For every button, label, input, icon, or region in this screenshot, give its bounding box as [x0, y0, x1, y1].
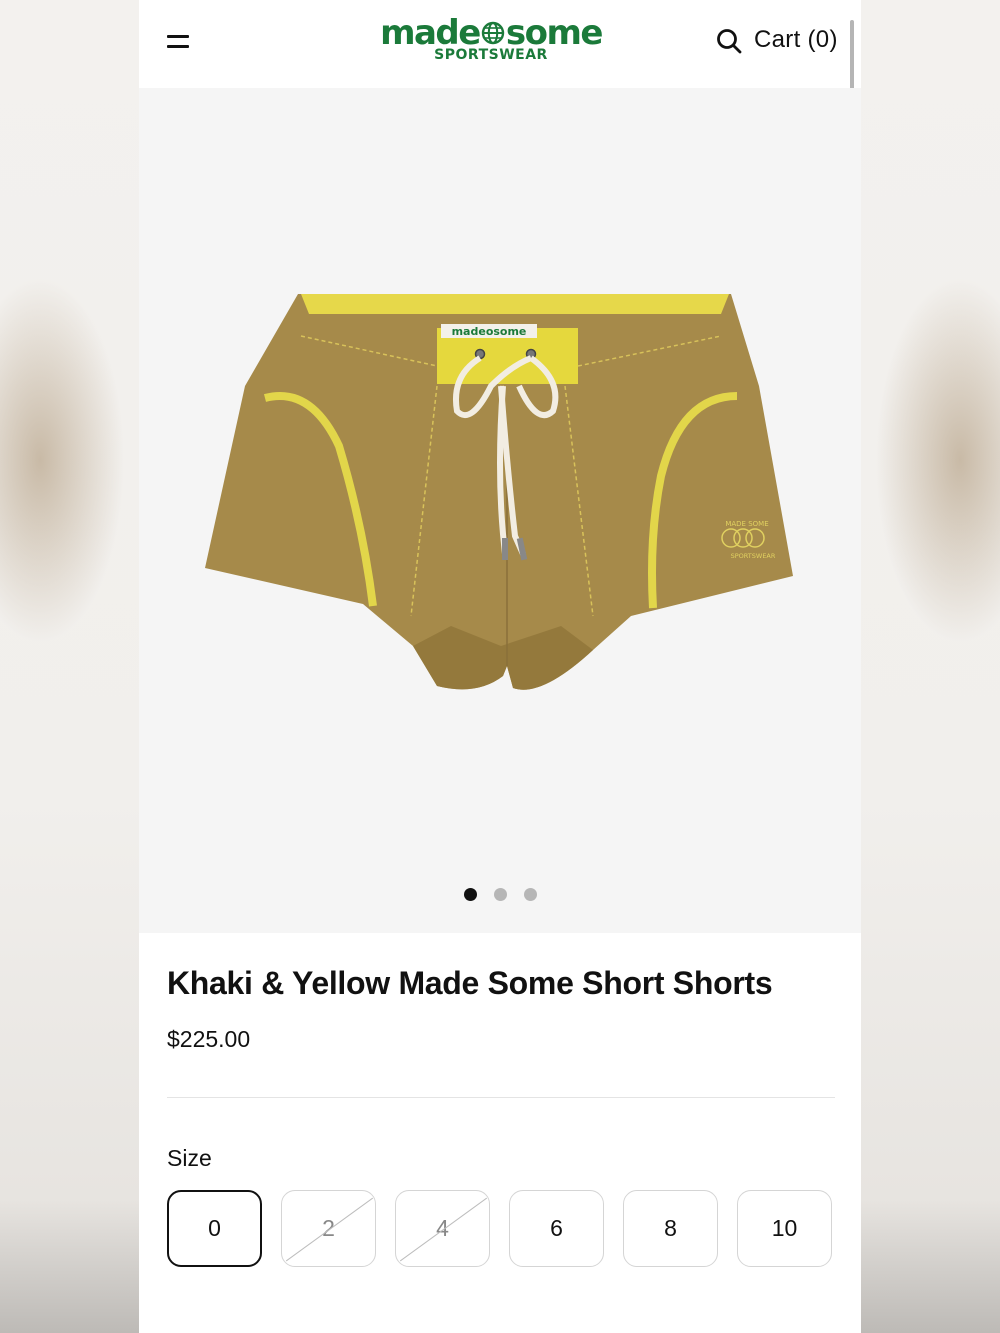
- logo-text-some: some: [505, 13, 604, 53]
- size-option-2[interactable]: 2: [281, 1190, 376, 1267]
- divider: [167, 1097, 835, 1098]
- gallery-dot-1[interactable]: [463, 888, 477, 901]
- product-title: Khaki & Yellow Made Some Short Shorts: [167, 965, 773, 1001]
- size-option-0[interactable]: 0: [167, 1190, 262, 1267]
- size-option-4[interactable]: 4: [395, 1190, 490, 1267]
- size-label: Size: [167, 1145, 212, 1171]
- menu-icon[interactable]: [167, 33, 189, 49]
- product-image[interactable]: madeosome MADE SOME SPORTSWEAR: [201, 286, 797, 698]
- svg-text:MADE SOME: MADE SOME: [725, 520, 768, 528]
- gallery-dot-2[interactable]: [493, 888, 507, 901]
- globe-icon: [481, 21, 505, 45]
- gallery-dot-3[interactable]: [523, 888, 537, 901]
- mobile-viewport: made some SPORTSWEAR Cart (0) madeosome …: [139, 0, 861, 1333]
- cart-link[interactable]: Cart (0): [754, 26, 838, 54]
- search-icon[interactable]: [715, 27, 743, 55]
- site-header: made some SPORTSWEAR Cart (0): [139, 0, 861, 88]
- product-price: $225.00: [167, 1026, 251, 1052]
- size-option-10[interactable]: 10: [737, 1190, 832, 1267]
- size-option-8[interactable]: 8: [623, 1190, 718, 1267]
- logo-text-made: made: [380, 13, 481, 53]
- garment-label-text: madeosome: [452, 325, 527, 338]
- logo-wordmark: made some: [375, 13, 607, 53]
- size-options: 0 2 4 6 8 10: [167, 1190, 835, 1267]
- product-gallery[interactable]: madeosome MADE SOME SPORTSWEAR: [139, 88, 861, 933]
- svg-text:SPORTSWEAR: SPORTSWEAR: [731, 552, 776, 560]
- product-info: Khaki & Yellow Made Some Short Shorts $2…: [139, 933, 861, 1333]
- brand-logo[interactable]: made some SPORTSWEAR: [375, 13, 607, 66]
- size-option-6[interactable]: 6: [509, 1190, 604, 1267]
- gallery-pagination: [139, 888, 861, 904]
